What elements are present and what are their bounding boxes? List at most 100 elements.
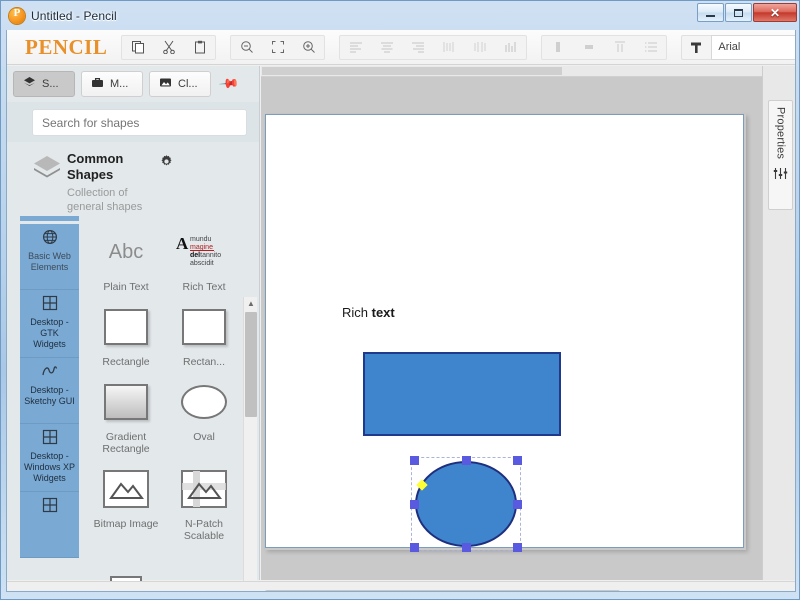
scroll-up-icon[interactable]: ▲	[244, 297, 258, 310]
shape-label: Bitmap Image	[93, 518, 159, 530]
font-family-value: Arial	[718, 41, 741, 53]
canvas-oval-object[interactable]	[415, 461, 517, 547]
collection-subtitle: Collection of general shapes	[67, 187, 143, 213]
text-format-icon[interactable]	[681, 34, 712, 60]
canvas-text-bold: text	[371, 305, 395, 320]
shapes-scrollbar[interactable]: ▲ ▼	[243, 297, 258, 591]
shape-item-rectangle-rounded[interactable]: Rectan...	[169, 301, 239, 368]
resize-handle-ne[interactable]	[513, 456, 522, 465]
svg-text:A: A	[176, 234, 189, 253]
maximize-button[interactable]	[725, 3, 752, 22]
resize-handle-n[interactable]	[462, 456, 471, 465]
svg-text:mundu: mundu	[190, 236, 212, 243]
scrollbar-thumb[interactable]	[245, 312, 257, 417]
sidebar-item-desktop-gtk-widgets[interactable]: Desktop - GTK Widgets	[20, 290, 79, 358]
shape-item-oval[interactable]: Oval	[169, 376, 239, 455]
tab-my-collections[interactable]: M...	[81, 71, 143, 97]
shape-item-rectangle[interactable]: Rectangle	[91, 301, 161, 368]
properties-panel-label: Properties	[774, 107, 787, 160]
valign-top-button[interactable]	[542, 36, 573, 59]
shape-label: N-Patch Scalable	[183, 518, 225, 542]
svg-text:magine: magine	[190, 244, 213, 251]
globe-icon	[42, 229, 58, 248]
resize-handle-se[interactable]	[513, 543, 522, 552]
search-input[interactable]	[32, 109, 247, 136]
zoom-fit-button[interactable]	[262, 36, 293, 59]
canvas-text-object[interactable]: Rich text	[342, 305, 395, 320]
drawing-page[interactable]: Rich text	[265, 114, 744, 552]
category-rail: Basic Web Elements Desktop - GTK Widgets…	[20, 224, 79, 591]
align-left-button[interactable]	[340, 36, 371, 59]
shape-item-plain-text[interactable]: Abc Plain Text	[91, 226, 161, 294]
vertical-align-group	[541, 34, 668, 60]
close-button[interactable]: ✕	[753, 3, 797, 22]
shape-item-gradient-rectangle[interactable]: Gradient Rectangle	[91, 376, 161, 455]
valign-middle-button[interactable]	[573, 36, 604, 59]
category-label: Basic Web Elements	[28, 251, 71, 272]
grid-icon	[42, 497, 58, 516]
resize-handle-w[interactable]	[410, 500, 419, 509]
resize-handle-nw[interactable]	[410, 456, 419, 465]
shape-item-bitmap-image[interactable]: Bitmap Image	[91, 463, 161, 542]
font-selector-group: Arial	[681, 34, 795, 60]
distribute-left-button[interactable]	[433, 36, 464, 59]
copy-button[interactable]	[122, 36, 153, 59]
resize-handle-e[interactable]	[513, 500, 522, 509]
npatch-thumb	[181, 463, 227, 515]
rich-text-thumb: A mundu magine deltannito abscidit	[176, 226, 232, 278]
sliders-icon	[773, 166, 788, 186]
properties-rail: Properties	[762, 66, 795, 580]
close-icon: ✕	[769, 5, 781, 20]
distribute-center-button[interactable]	[464, 36, 495, 59]
tab-shapes[interactable]: S...	[13, 71, 75, 97]
canvas-area[interactable]: Rich text	[261, 66, 762, 580]
sidebar-item-more-category[interactable]	[20, 492, 79, 558]
category-label: Desktop - Windows XP Widgets	[23, 451, 76, 483]
title-bar: Untitled - Pencil ✕	[1, 1, 800, 30]
category-label: Desktop - Sketchy GUI	[24, 385, 75, 406]
shapes-layers-icon	[23, 76, 36, 92]
group-button[interactable]	[635, 36, 666, 59]
resize-handle-s[interactable]	[462, 543, 471, 552]
canvas-horizontal-scrollbar[interactable]	[261, 66, 762, 77]
oval-thumb	[181, 376, 227, 428]
gradient-rectangle-thumb	[104, 376, 148, 428]
grid-icon	[42, 429, 58, 448]
tab-shapes-label: S...	[42, 78, 59, 90]
window-title: Untitled - Pencil	[31, 8, 117, 23]
page-name-input[interactable]	[265, 590, 620, 591]
align-button-group	[339, 34, 528, 60]
tab-clipart[interactable]: Cl...	[149, 71, 211, 97]
tab-clipart-label: Cl...	[178, 78, 198, 90]
cut-button[interactable]	[153, 36, 184, 59]
clipboard-button-group	[121, 34, 217, 60]
font-family-dropdown[interactable]: Arial	[711, 34, 795, 60]
minimize-button[interactable]	[697, 3, 724, 22]
window-controls: ✕	[697, 3, 797, 22]
shape-label: Oval	[193, 431, 215, 443]
align-center-button[interactable]	[371, 36, 402, 59]
distribute-right-button[interactable]	[495, 36, 526, 59]
canvas-oval-selection-group[interactable]	[410, 456, 522, 552]
properties-panel-tab[interactable]: Properties	[768, 100, 793, 210]
zoom-in-button[interactable]	[293, 36, 324, 59]
sidebar-item-basic-web-elements[interactable]: Basic Web Elements	[20, 224, 79, 290]
briefcase-icon	[91, 76, 104, 92]
align-right-button[interactable]	[402, 36, 433, 59]
rectangle-rounded-thumb	[182, 301, 226, 353]
zoom-out-button[interactable]	[231, 36, 262, 59]
shapes-grid: Abc Plain Text A mundu magine deltannito	[87, 226, 244, 591]
sidebar-item-desktop-sketchy-gui[interactable]: Desktop - Sketchy GUI	[20, 358, 79, 424]
canvas-rectangle-object[interactable]	[363, 352, 561, 436]
sidebar-item-desktop-windows-xp-widgets[interactable]: Desktop - Windows XP Widgets	[20, 424, 79, 492]
scrollbar-thumb[interactable]	[262, 67, 562, 75]
distribute-vertical-button[interactable]	[604, 36, 635, 59]
paste-button[interactable]	[184, 36, 215, 59]
gear-icon[interactable]	[159, 154, 174, 174]
pencil-app-icon	[9, 7, 25, 24]
resize-handle-sw[interactable]	[410, 543, 419, 552]
pin-icon[interactable]: 📌	[218, 73, 240, 96]
shape-item-npatch-scalable[interactable]: N-Patch Scalable	[169, 463, 239, 542]
layers-icon	[32, 154, 62, 189]
shape-item-rich-text[interactable]: A mundu magine deltannito abscidit Rich …	[169, 226, 239, 293]
